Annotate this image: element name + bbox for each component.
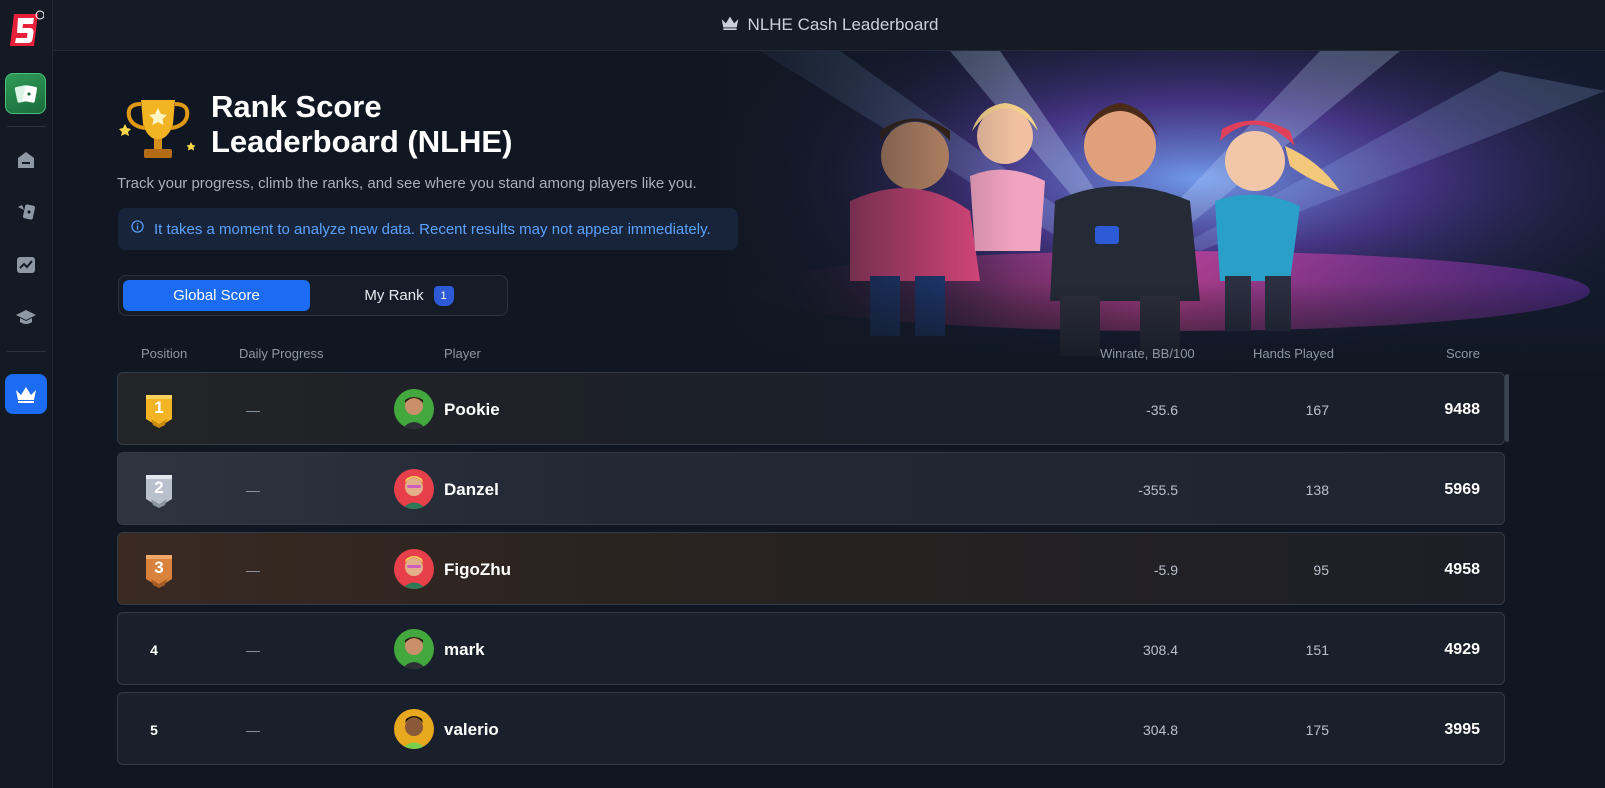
info-banner: It takes a moment to analyze new data. R…: [118, 208, 738, 250]
player-name[interactable]: Pookie: [444, 373, 500, 446]
score-value: 9488: [1444, 400, 1480, 418]
winrate-value: 304.8: [1142, 721, 1178, 738]
column-header-player: Player: [444, 346, 481, 361]
chart-icon[interactable]: [12, 251, 40, 279]
tab-my-rank[interactable]: My Rank 1: [314, 280, 504, 311]
crown-icon[interactable]: [5, 374, 47, 414]
column-header-daily-progress: Daily Progress: [239, 346, 324, 361]
score-value: 3995: [1444, 720, 1480, 738]
tab-label: Global Score: [173, 287, 260, 304]
page-title: Rank Score Leaderboard (NLHE): [211, 89, 513, 159]
hands-played-value: 95: [1313, 561, 1329, 578]
top-bar: NLHE Cash Leaderboard: [53, 0, 1605, 51]
position-number: 5: [150, 721, 158, 738]
sidebar: [0, 0, 53, 788]
avatar: [394, 629, 434, 669]
winrate-value: 308.4: [1142, 641, 1178, 658]
position-number: 1: [154, 398, 164, 417]
info-text: It takes a moment to analyze new data. R…: [154, 220, 711, 238]
tab-label: My Rank: [364, 287, 424, 304]
player-name[interactable]: FigoZhu: [444, 533, 511, 606]
avatar: [394, 549, 434, 589]
player-name[interactable]: mark: [444, 613, 485, 686]
app-logo[interactable]: [8, 10, 45, 50]
trophy-icon: [117, 94, 199, 166]
page-header-title: NLHE Cash Leaderboard: [747, 15, 939, 34]
gold-medal-icon: 1: [143, 391, 175, 429]
sidebar-divider: [7, 351, 46, 352]
daily-progress: —: [246, 641, 260, 658]
column-header-winrate: Winrate, BB/100: [1100, 346, 1195, 361]
silver-medal-icon: 2: [143, 471, 175, 509]
table-row[interactable]: 4 — mark 308.4 151 4929: [117, 612, 1505, 685]
table-row[interactable]: 5 — valerio 304.8 175 3995: [117, 692, 1505, 765]
hands-played-value: 151: [1305, 641, 1329, 658]
crown-icon: [720, 14, 740, 36]
table-scrollbar[interactable]: [1505, 374, 1509, 442]
daily-progress: —: [246, 401, 260, 418]
graduation-cap-icon[interactable]: [12, 303, 40, 331]
score-value: 4958: [1444, 560, 1480, 578]
daily-progress: —: [246, 481, 260, 498]
avatar: [394, 469, 434, 509]
table-row[interactable]: 1 — Pookie -35.6 167 9488: [117, 372, 1505, 445]
score-value: 5969: [1444, 480, 1480, 498]
avatar: [394, 709, 434, 749]
hands-played-value: 138: [1305, 481, 1329, 498]
info-icon: [131, 220, 144, 238]
column-header-position: Position: [141, 346, 188, 361]
hands-played-value: 175: [1305, 721, 1329, 738]
position-number: 3: [154, 558, 164, 577]
hands-played-value: 167: [1305, 401, 1329, 418]
position-number: 2: [154, 478, 164, 497]
player-name[interactable]: valerio: [444, 693, 499, 766]
winrate-value: -355.5: [1138, 481, 1178, 498]
daily-progress: —: [246, 721, 260, 738]
game-cards-icon[interactable]: [5, 73, 46, 114]
rank-badge: 1: [433, 285, 454, 306]
tab-global-score[interactable]: Global Score: [123, 280, 310, 311]
column-header-hands-played: Hands Played: [1253, 346, 1334, 361]
position-number: 4: [150, 641, 158, 658]
home-icon[interactable]: [12, 146, 40, 174]
daily-progress: —: [246, 561, 260, 578]
player-name[interactable]: Danzel: [444, 453, 499, 526]
page-subtitle: Track your progress, climb the ranks, an…: [117, 175, 697, 192]
winrate-value: -5.9: [1153, 561, 1178, 578]
sidebar-divider: [7, 126, 46, 127]
score-value: 4929: [1444, 640, 1480, 658]
bronze-medal-icon: 3: [143, 551, 175, 589]
table-row[interactable]: 3 — FigoZhu -5.9 95 4958: [117, 532, 1505, 605]
table-row[interactable]: 2 — Danzel -355.5 138 5969: [117, 452, 1505, 525]
cards-icon[interactable]: [12, 198, 40, 226]
leaderboard-tabs: Global Score My Rank 1: [118, 275, 508, 316]
winrate-value: -35.6: [1146, 401, 1178, 418]
avatar: [394, 389, 434, 429]
column-header-score: Score: [1446, 346, 1480, 361]
